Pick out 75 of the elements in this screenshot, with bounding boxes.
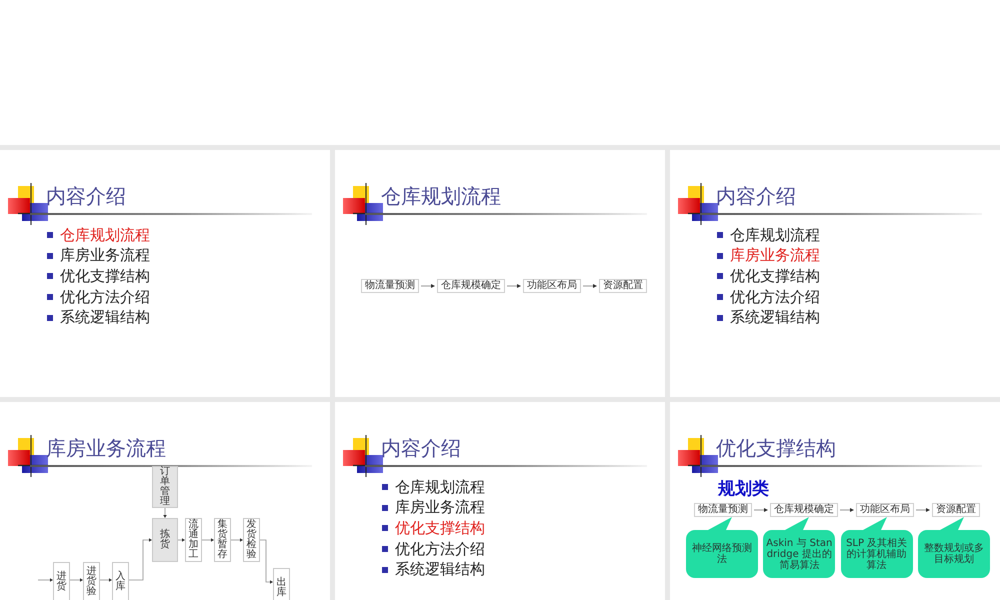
connector-arrow: [840, 507, 854, 513]
toc-entry: 库房业务流程: [730, 246, 820, 266]
flow-step-box: 资源配置: [932, 503, 980, 517]
toc-entry: 优化支撑结构: [60, 268, 150, 286]
connector-arrow: [100, 578, 112, 582]
bullet-icon: [382, 484, 388, 490]
process-node: 订单管理: [152, 466, 178, 508]
process-node: 出库: [273, 568, 290, 600]
toc-entry: 仓库规划流程: [60, 226, 150, 245]
connector-arrow: [230, 538, 243, 542]
connector-arrow: [507, 283, 521, 289]
toc-entry: 库房业务流程: [60, 246, 150, 266]
flow-step-box: 功能区布局: [856, 503, 914, 517]
bullet-icon: [717, 273, 723, 280]
bullet-icon: [47, 294, 53, 300]
bullet-icon: [717, 314, 723, 321]
toc-entry: 仓库规划流程: [395, 478, 485, 497]
connector-arrow: [70, 578, 83, 582]
process-node: 流通加工: [185, 518, 202, 562]
toc-entry: 系统逻辑结构: [730, 308, 820, 328]
toc-entry: 仓库规划流程: [730, 226, 820, 245]
slide-title: 仓库规划流程: [381, 185, 501, 209]
connector-arrow: [163, 508, 167, 518]
bullet-icon: [382, 546, 388, 552]
slide-thumbnail[interactable]: 内容介绍 仓库规划流程 库房业务流程 优化支撑结构 优化方法介绍 系统逻辑结构: [0, 150, 330, 397]
connector-arrow: [260, 540, 273, 584]
bullet-icon: [382, 525, 388, 532]
slide-title: 库房业务流程: [46, 437, 166, 461]
flow-step-box: 资源配置: [599, 279, 647, 293]
flow-step-box: 仓库规模确定: [437, 279, 505, 293]
toc-entry: 优化方法介绍: [395, 540, 485, 559]
slide-thumbnail[interactable]: 内容介绍 仓库规划流程 库房业务流程 优化支撑结构 优化方法介绍 系统逻辑结构: [335, 402, 665, 600]
bullet-icon: [382, 566, 388, 573]
toc-entry: 优化支撑结构: [395, 520, 485, 538]
flow-step-box: 物流量预测: [694, 503, 752, 517]
flow-step-box: 功能区布局: [523, 279, 581, 293]
connector-arrow: [202, 538, 214, 542]
slide-title: 内容介绍: [46, 185, 126, 209]
slide-title: 优化支撑结构: [716, 437, 836, 461]
connector-arrow: [754, 507, 768, 513]
flow-step-box: 物流量预测: [361, 279, 419, 293]
toc-entry: 优化支撑结构: [730, 268, 820, 286]
bullet-icon: [47, 232, 53, 238]
slide-thumbnail[interactable]: 库房业务流程 订单管理 拣货 流通加工 集货暂存 发货检验 进货 进货验 入库 出库: [0, 402, 330, 600]
slide-title: 内容介绍: [381, 437, 461, 461]
bullet-icon: [717, 232, 723, 238]
slide-subtitle: 规划类: [718, 479, 770, 499]
slide-thumbnail[interactable]: 仓库规划流程 物流量预测 仓库规模确定 功能区布局 资源配置: [335, 150, 665, 397]
slide-thumbnail[interactable]: 内容介绍 仓库规划流程 库房业务流程 优化支撑结构 优化方法介绍 系统逻辑结构: [670, 150, 1000, 397]
process-node: 发货检验: [243, 518, 260, 562]
toc-entry: 优化方法介绍: [730, 288, 820, 307]
connector-arrow: [178, 538, 185, 542]
process-node: 集货暂存: [214, 518, 231, 562]
process-node: 拣货: [152, 518, 178, 562]
flow-step-box: 仓库规模确定: [770, 503, 838, 517]
connector-arrow: [583, 283, 597, 289]
bullet-icon: [382, 504, 388, 511]
bullet-icon: [47, 314, 53, 321]
connector-arrow: [421, 283, 435, 289]
bullet-icon: [717, 294, 723, 300]
toc-entry: 系统逻辑结构: [395, 560, 485, 580]
slide-title: 内容介绍: [716, 185, 796, 209]
connector-arrow: [128, 538, 152, 580]
toc-entry: 系统逻辑结构: [60, 308, 150, 328]
connector-arrow: [38, 578, 53, 582]
toc-entry: 库房业务流程: [395, 498, 485, 518]
slide-thumbnail[interactable]: 优化支撑结构 规划类 物流量预测 仓库规模确定 功能区布局 资源配置 神经网络预测法 Askin 与 Standridge 提出的简易算法 SLP 及其相关的计算机辅助算法 整数规划或多目标规划: [670, 402, 1000, 600]
process-node: 入库: [112, 562, 129, 600]
bullet-icon: [717, 252, 723, 259]
process-node: 进货: [53, 562, 70, 600]
process-node: 进货验: [83, 562, 100, 600]
bullet-icon: [47, 252, 53, 259]
bullet-icon: [47, 273, 53, 280]
toc-entry: 优化方法介绍: [60, 288, 150, 307]
connector-arrow: [916, 507, 930, 513]
